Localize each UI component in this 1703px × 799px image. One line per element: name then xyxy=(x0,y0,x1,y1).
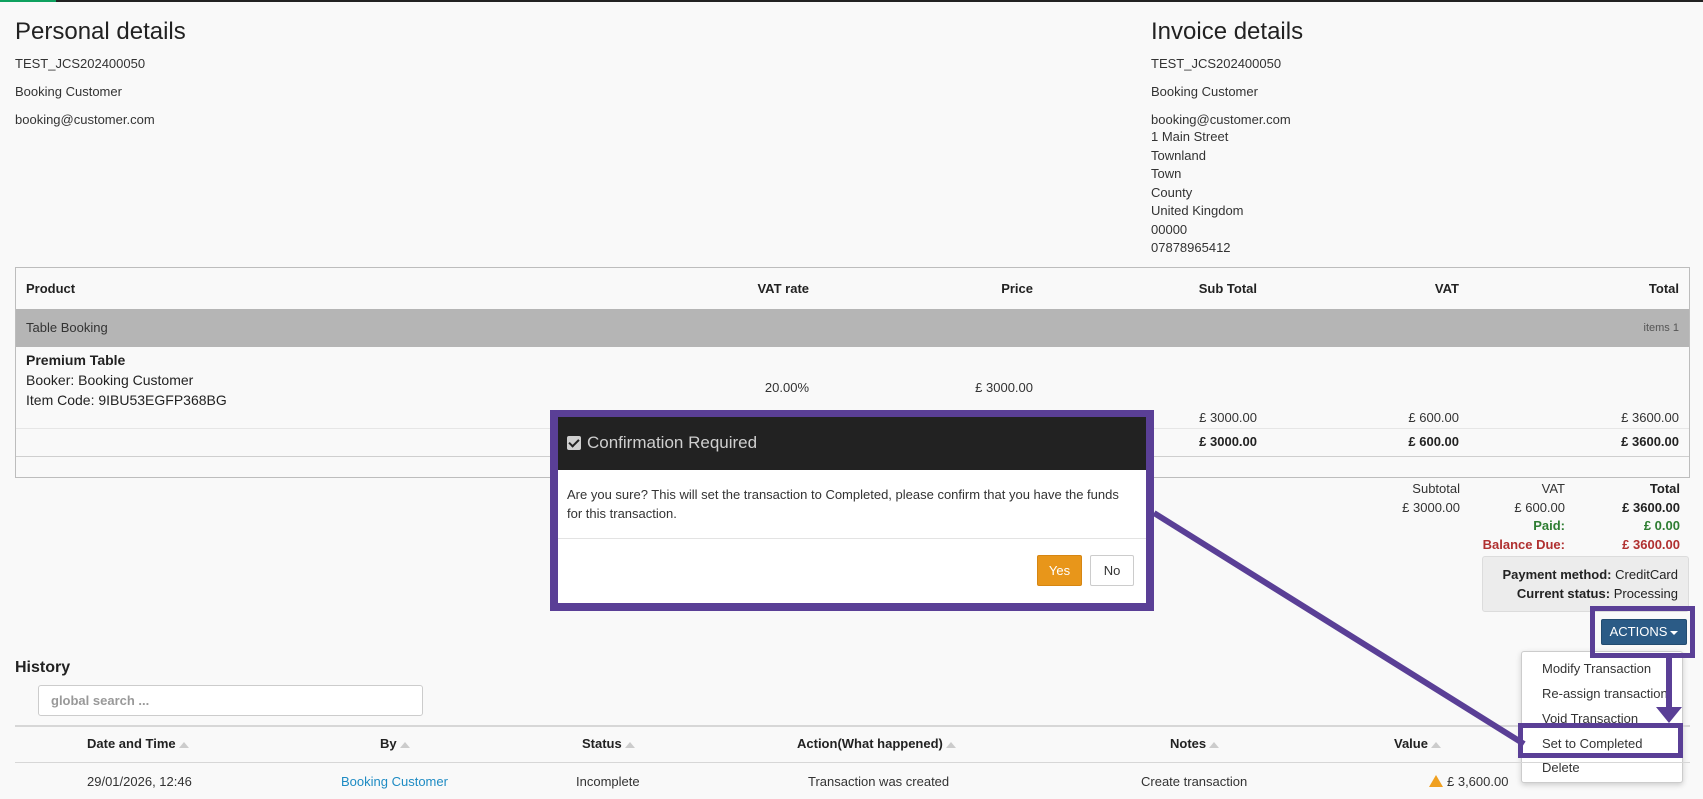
annotation-connector-line xyxy=(1152,510,1526,747)
annotation-overlay xyxy=(1152,510,1682,747)
annotation-box-set-to-completed xyxy=(1518,723,1683,758)
modal-title: Confirmation Required xyxy=(587,433,758,452)
check-square-icon xyxy=(567,436,581,450)
modal-divider xyxy=(558,538,1146,539)
annotation-box-actions xyxy=(1590,606,1695,658)
yes-button[interactable]: Yes xyxy=(1037,555,1082,586)
annotation-arrow-head xyxy=(1656,707,1682,723)
modal-header: Confirmation Required xyxy=(558,417,1146,470)
no-button[interactable]: No xyxy=(1090,555,1134,586)
confirmation-modal: Confirmation Required Are you sure? This… xyxy=(558,417,1146,603)
modal-message: Are you sure? This will set the transact… xyxy=(567,487,1119,521)
